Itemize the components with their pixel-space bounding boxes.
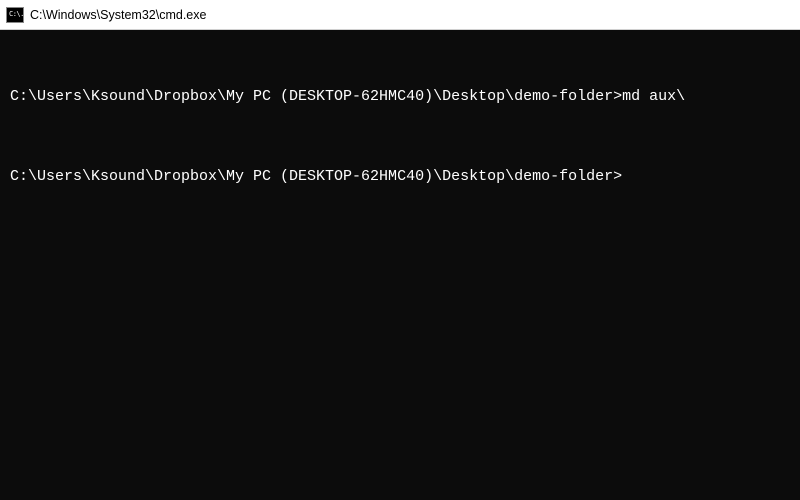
window-title: C:\Windows\System32\cmd.exe	[30, 8, 206, 22]
cmd-icon-text: C:\.	[9, 11, 24, 18]
command-text: md aux\	[622, 88, 685, 105]
prompt-text: C:\Users\Ksound\Dropbox\My PC (DESKTOP-6…	[10, 88, 622, 105]
terminal-viewport[interactable]: C:\Users\Ksound\Dropbox\My PC (DESKTOP-6…	[0, 30, 800, 500]
cmd-icon: C:\.	[6, 7, 24, 23]
window-titlebar[interactable]: C:\. C:\Windows\System32\cmd.exe	[0, 0, 800, 30]
prompt-text: C:\Users\Ksound\Dropbox\My PC (DESKTOP-6…	[10, 168, 622, 185]
terminal-line: C:\Users\Ksound\Dropbox\My PC (DESKTOP-6…	[10, 87, 790, 107]
terminal-line: C:\Users\Ksound\Dropbox\My PC (DESKTOP-6…	[10, 167, 790, 187]
